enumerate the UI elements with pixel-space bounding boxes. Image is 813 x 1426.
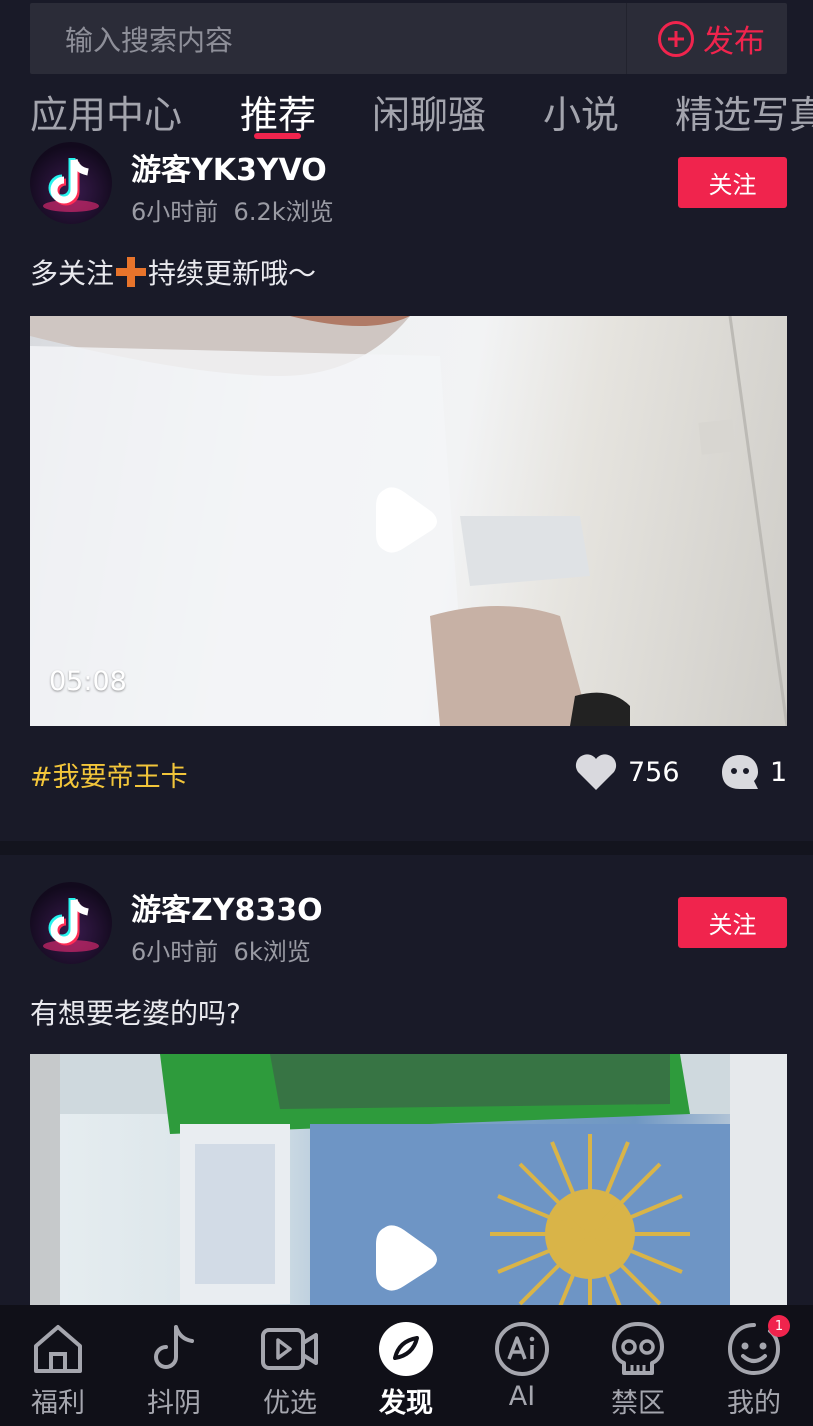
nav-item-welfare[interactable]: 福利	[0, 1305, 116, 1426]
home-icon	[34, 1325, 82, 1373]
play-icon[interactable]	[376, 1222, 442, 1294]
username[interactable]: 游客YK3YVO	[131, 145, 327, 189]
tab-novels[interactable]: 小说	[543, 84, 619, 139]
publish-label: 发布	[703, 24, 765, 60]
nav-label: AI	[508, 1381, 536, 1412]
video-icon	[261, 1328, 318, 1370]
post-caption: 多关注 持续更新哦～	[30, 257, 317, 290]
plus-emoji-icon	[116, 257, 147, 287]
avatar[interactable]	[30, 142, 112, 224]
search-bar[interactable]: 输入搜索内容 发布	[30, 3, 787, 74]
view-count: 6k浏览	[233, 938, 311, 966]
notification-badge: 1	[768, 1315, 790, 1337]
nav-label: 抖阴	[147, 1388, 201, 1419]
post-time: 6小时前	[131, 938, 219, 966]
tab-recommended[interactable]: 推荐	[240, 84, 316, 139]
publish-button[interactable]: 发布	[657, 3, 765, 74]
post-time: 6小时前	[131, 198, 219, 226]
compass-icon	[379, 1322, 433, 1376]
post-meta: 6小时前 6k浏览	[131, 932, 311, 967]
tab-app-center[interactable]: 应用中心	[30, 84, 182, 139]
like-count: 756	[628, 756, 680, 788]
nav-item-me[interactable]: 1 我的	[696, 1305, 812, 1426]
nav-item-douyin[interactable]: 抖阴	[116, 1305, 232, 1426]
nav-item-restricted[interactable]: 禁区	[580, 1305, 696, 1426]
like-button[interactable]: 756	[574, 753, 680, 791]
nav-item-featured[interactable]: 优选	[232, 1305, 348, 1426]
active-tab-indicator	[254, 133, 301, 139]
comment-count: 1	[770, 756, 788, 788]
play-icon[interactable]	[376, 484, 442, 556]
post-caption: 有想要老婆的吗?	[30, 997, 241, 1030]
comment-button[interactable]: 1	[720, 753, 787, 791]
nav-label: 发现	[379, 1388, 433, 1419]
tab-chat[interactable]: 闲聊骚	[372, 84, 486, 139]
view-count: 6.2k浏览	[233, 198, 334, 226]
nav-label: 禁区	[611, 1388, 665, 1419]
tab-featured-photos[interactable]: 精选写真	[675, 84, 813, 139]
nav-item-ai[interactable]: AI	[464, 1305, 580, 1426]
heart-icon	[575, 754, 617, 790]
search-input[interactable]: 输入搜索内容	[65, 19, 233, 59]
comment-icon	[722, 755, 758, 789]
video-thumbnail[interactable]: 05:08	[30, 316, 787, 726]
nav-label: 优选	[263, 1388, 317, 1419]
nav-item-discover[interactable]: 发现	[348, 1305, 464, 1426]
category-tabs: 应用中心 推荐 闲聊骚 小说 精选写真	[30, 84, 813, 140]
bottom-nav: 福利 抖阴 优选 发现 AI 禁区 1 我的	[0, 1305, 813, 1426]
follow-button[interactable]: 关注	[678, 897, 787, 948]
ai-icon	[495, 1322, 549, 1376]
follow-button[interactable]: 关注	[678, 157, 787, 208]
tiktok-logo-icon	[43, 898, 99, 952]
avatar[interactable]	[30, 882, 112, 964]
nav-label: 福利	[31, 1388, 85, 1419]
post-meta: 6小时前 6.2k浏览	[131, 192, 334, 227]
username[interactable]: 游客ZY833O	[131, 885, 323, 929]
hashtag-link[interactable]: #我要帝王卡	[30, 755, 188, 794]
add-circle-icon	[658, 20, 694, 57]
nav-label: 我的	[727, 1388, 781, 1419]
post-separator	[0, 841, 813, 855]
tiktok-logo-icon	[43, 158, 99, 212]
video-duration: 05:08	[49, 666, 127, 697]
tiktok-icon	[154, 1325, 194, 1369]
divider	[626, 3, 627, 74]
skull-icon	[612, 1322, 664, 1375]
